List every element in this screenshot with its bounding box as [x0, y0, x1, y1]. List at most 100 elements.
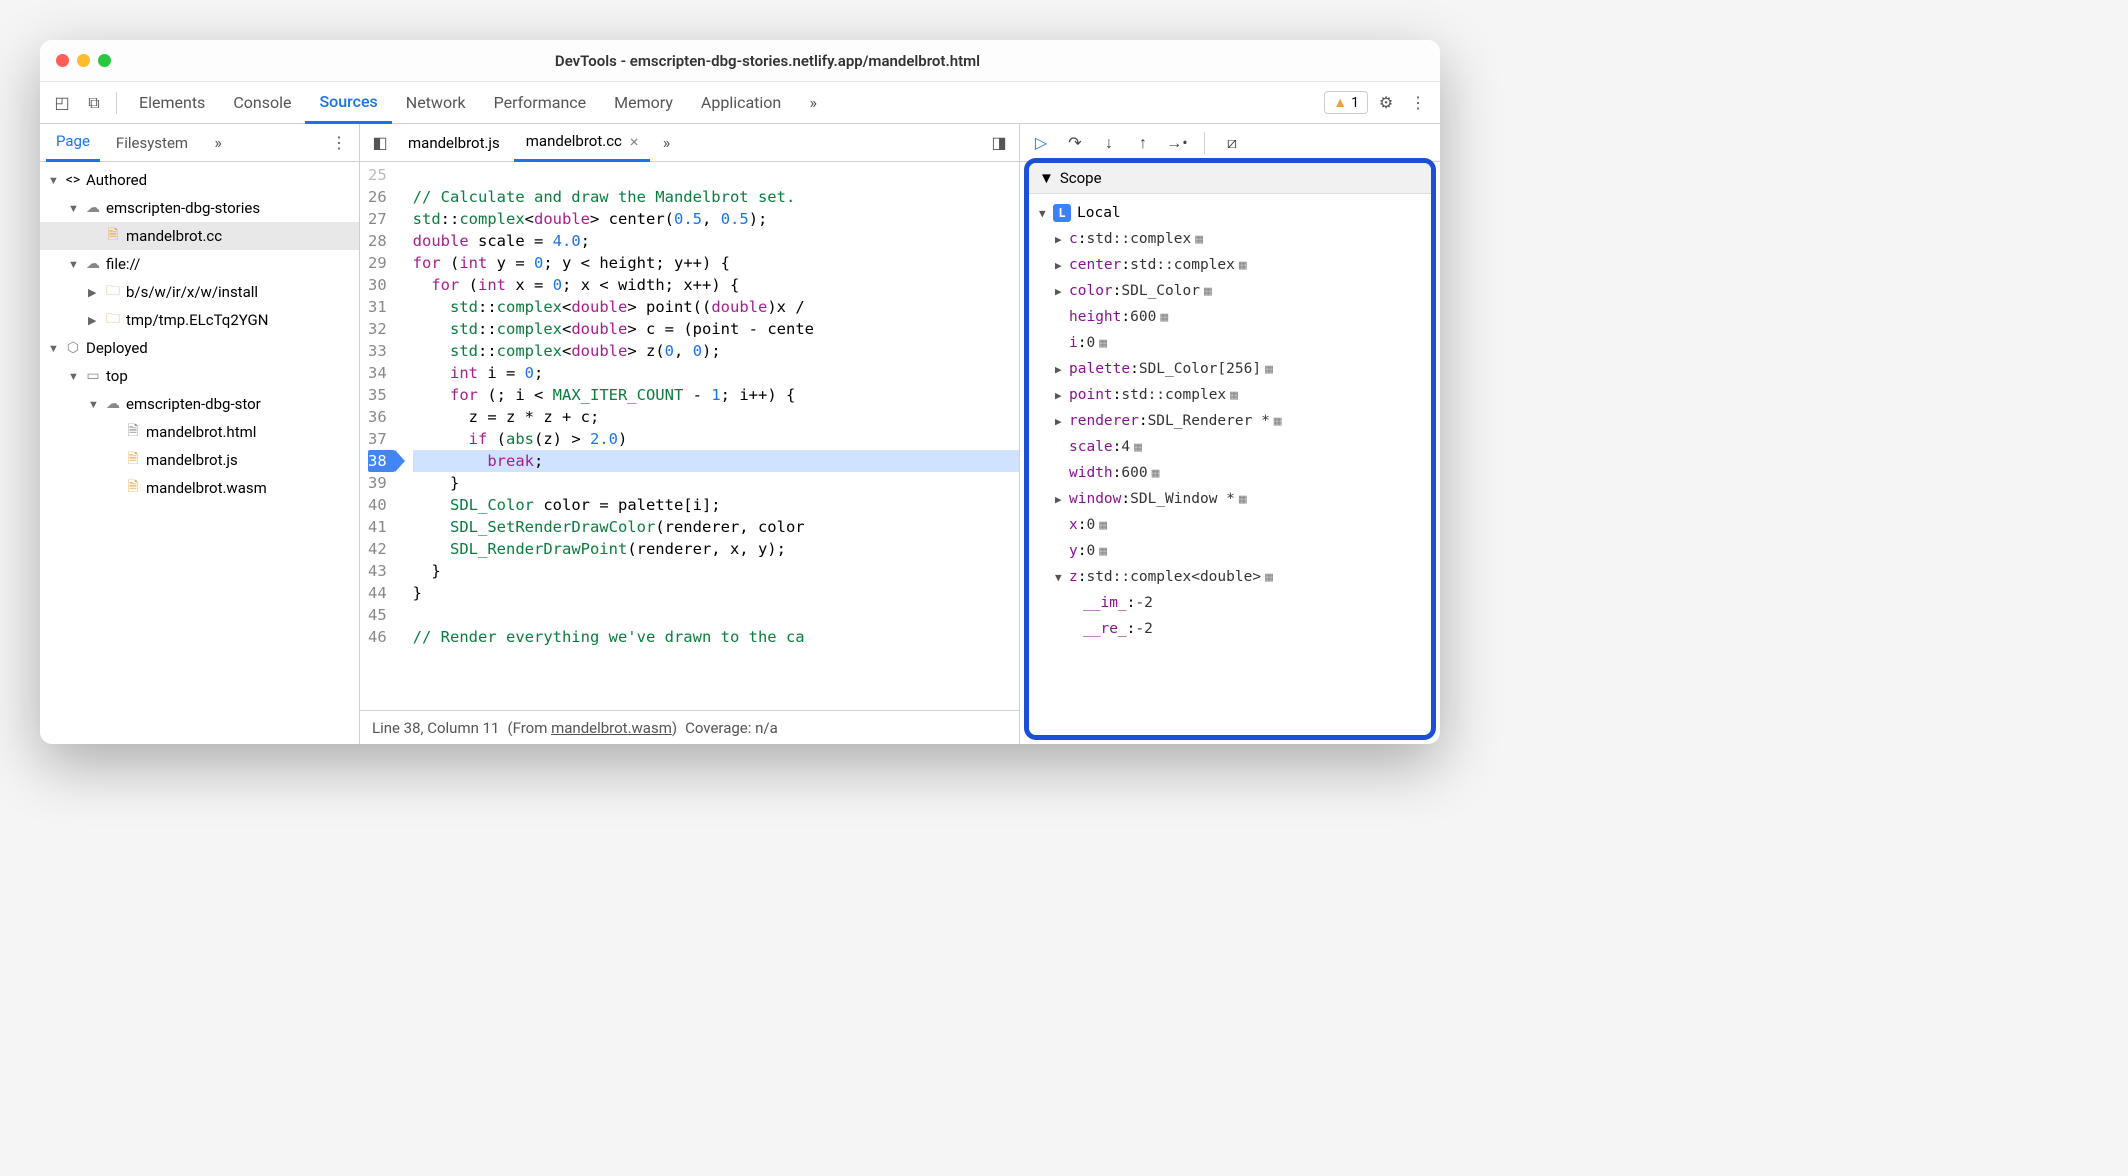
memory-icon[interactable]: ▦ — [1152, 466, 1160, 481]
kebab-icon[interactable]: ⋮ — [1404, 89, 1432, 117]
tree-folder2[interactable]: ▶🗀tmp/tmp.ELcTq2YGN — [40, 306, 359, 334]
tab-network[interactable]: Network — [392, 82, 480, 124]
tree-top[interactable]: ▼▭top — [40, 362, 359, 390]
code-body[interactable]: // Calculate and draw the Mandelbrot set… — [401, 162, 1019, 710]
memory-icon[interactable]: ▦ — [1160, 310, 1168, 325]
var-i[interactable]: i: 0▦ — [1029, 330, 1431, 356]
tab-elements[interactable]: Elements — [125, 82, 219, 124]
memory-icon[interactable]: ▦ — [1099, 518, 1107, 533]
gear-icon[interactable]: ⚙ — [1372, 89, 1400, 117]
tab-filesystem[interactable]: Filesystem — [106, 124, 198, 162]
cursor-pos: Line 38, Column 11 — [372, 719, 499, 737]
step-icon[interactable]: →• — [1166, 132, 1188, 154]
memory-icon[interactable]: ▦ — [1204, 284, 1212, 299]
memory-icon[interactable]: ▦ — [1099, 544, 1107, 559]
tree-wasm[interactable]: 🗎mandelbrot.wasm — [40, 474, 359, 502]
resume-icon[interactable]: ▷ — [1030, 132, 1052, 154]
toggle-debug-icon[interactable]: ◨ — [985, 129, 1013, 157]
nav-kebab-icon[interactable]: ⋮ — [325, 129, 353, 157]
var-z-re[interactable]: __re_: -2 — [1029, 616, 1431, 642]
separator — [116, 92, 117, 114]
var-renderer[interactable]: ▶renderer: SDL_Renderer *▦ — [1029, 408, 1431, 434]
warning-count: 1 — [1351, 95, 1359, 111]
titlebar: DevTools - emscripten-dbg-stories.netlif… — [40, 40, 1440, 82]
main-toolbar: ◰ ⧉ ElementsConsoleSourcesNetworkPerform… — [40, 82, 1440, 124]
tab-memory[interactable]: Memory — [600, 82, 687, 124]
var-z-im[interactable]: __im_: -2 — [1029, 590, 1431, 616]
memory-icon[interactable]: ▦ — [1230, 388, 1238, 403]
var-y[interactable]: y: 0▦ — [1029, 538, 1431, 564]
file-tabs: ◧ mandelbrot.js mandelbrot.cc× » ◨ — [360, 124, 1019, 162]
step-into-icon[interactable]: ↓ — [1098, 132, 1120, 154]
tree-authored[interactable]: ▼<>Authored — [40, 166, 359, 194]
memory-icon[interactable]: ▦ — [1265, 362, 1273, 377]
minimize-icon[interactable] — [77, 54, 90, 67]
debugger-panel: ▷ ↷ ↓ ↑ →• ⧄ ▼Scope ▼LLocal ▶c: std::com… — [1020, 124, 1440, 744]
debugger-toolbar: ▷ ↷ ↓ ↑ →• ⧄ — [1020, 124, 1440, 162]
toggle-nav-icon[interactable]: ◧ — [366, 129, 394, 157]
memory-icon[interactable]: ▦ — [1099, 336, 1107, 351]
tree-folder1[interactable]: ▶🗀b/s/w/ir/x/w/install — [40, 278, 359, 306]
more-files-icon[interactable]: » — [652, 129, 680, 157]
var-x[interactable]: x: 0▦ — [1029, 512, 1431, 538]
inspect-icon[interactable]: ◰ — [48, 89, 76, 117]
var-height[interactable]: height: 600▦ — [1029, 304, 1431, 330]
scope-local[interactable]: ▼LLocal — [1029, 200, 1431, 226]
close-tab-icon[interactable]: × — [630, 132, 639, 151]
source-link[interactable]: mandelbrot.wasm — [551, 719, 672, 737]
device-icon[interactable]: ⧉ — [80, 89, 108, 117]
traffic-lights — [56, 54, 111, 67]
code-editor[interactable]: 2526272829303132333435363738394041424344… — [360, 162, 1019, 710]
devtools-window: DevTools - emscripten-dbg-stories.netlif… — [40, 40, 1440, 744]
tab-console[interactable]: Console — [219, 82, 305, 124]
file-tab-cc[interactable]: mandelbrot.cc× — [514, 124, 651, 162]
deactivate-bp-icon[interactable]: ⧄ — [1221, 132, 1243, 154]
var-color[interactable]: ▶color: SDL_Color▦ — [1029, 278, 1431, 304]
step-out-icon[interactable]: ↑ — [1132, 132, 1154, 154]
var-c[interactable]: ▶c: std::complex▦ — [1029, 226, 1431, 252]
tab-sources[interactable]: Sources — [305, 82, 391, 124]
warning-icon: ▲ — [1333, 94, 1347, 111]
more-tabs-icon[interactable]: » — [799, 89, 827, 117]
memory-icon[interactable]: ▦ — [1239, 492, 1247, 507]
memory-icon[interactable]: ▦ — [1274, 414, 1282, 429]
navigator-panel: Page Filesystem » ⋮ ▼<>Authored ▼☁emscri… — [40, 124, 360, 744]
editor-panel: ◧ mandelbrot.js mandelbrot.cc× » ◨ 25262… — [360, 124, 1020, 744]
var-window[interactable]: ▶window: SDL_Window *▦ — [1029, 486, 1431, 512]
more-nav-icon[interactable]: » — [204, 129, 232, 157]
var-palette[interactable]: ▶palette: SDL_Color[256]▦ — [1029, 356, 1431, 382]
file-tree: ▼<>Authored ▼☁emscripten-dbg-stories 🗎ma… — [40, 162, 359, 744]
tree-file-cc[interactable]: 🗎mandelbrot.cc — [40, 222, 359, 250]
tree-site2[interactable]: ▼☁emscripten-dbg-stor — [40, 390, 359, 418]
tab-application[interactable]: Application — [687, 82, 795, 124]
tree-js[interactable]: 🗎mandelbrot.js — [40, 446, 359, 474]
memory-icon[interactable]: ▦ — [1195, 232, 1203, 247]
coverage-label: Coverage: n/a — [685, 719, 778, 737]
scope-body: ▼LLocal ▶c: std::complex▦▶center: std::c… — [1029, 194, 1431, 648]
window-title: DevTools - emscripten-dbg-stories.netlif… — [111, 52, 1424, 70]
status-bar: Line 38, Column 11 (From mandelbrot.wasm… — [360, 710, 1019, 744]
from-label: (From mandelbrot.wasm) — [507, 719, 677, 737]
step-over-icon[interactable]: ↷ — [1064, 132, 1086, 154]
var-width[interactable]: width: 600▦ — [1029, 460, 1431, 486]
tab-performance[interactable]: Performance — [480, 82, 601, 124]
tree-fileproto[interactable]: ▼☁file:// — [40, 250, 359, 278]
tab-page[interactable]: Page — [46, 124, 100, 162]
memory-icon[interactable]: ▦ — [1239, 258, 1247, 273]
tree-deployed[interactable]: ▼⬡Deployed — [40, 334, 359, 362]
var-center[interactable]: ▶center: std::complex▦ — [1029, 252, 1431, 278]
scope-pane: ▼Scope ▼LLocal ▶c: std::complex▦▶center:… — [1024, 158, 1436, 740]
warnings-badge[interactable]: ▲ 1 — [1324, 91, 1368, 114]
tree-site[interactable]: ▼☁emscripten-dbg-stories — [40, 194, 359, 222]
var-scale[interactable]: scale: 4▦ — [1029, 434, 1431, 460]
scope-header[interactable]: ▼Scope — [1029, 163, 1431, 194]
var-z[interactable]: ▼z: std::complex<double>▦ — [1029, 564, 1431, 590]
close-icon[interactable] — [56, 54, 69, 67]
zoom-icon[interactable] — [98, 54, 111, 67]
tree-html[interactable]: 🗎mandelbrot.html — [40, 418, 359, 446]
local-badge-icon: L — [1053, 204, 1071, 222]
file-tab-js[interactable]: mandelbrot.js — [396, 124, 512, 162]
memory-icon[interactable]: ▦ — [1265, 570, 1273, 585]
var-point[interactable]: ▶point: std::complex▦ — [1029, 382, 1431, 408]
memory-icon[interactable]: ▦ — [1134, 440, 1142, 455]
